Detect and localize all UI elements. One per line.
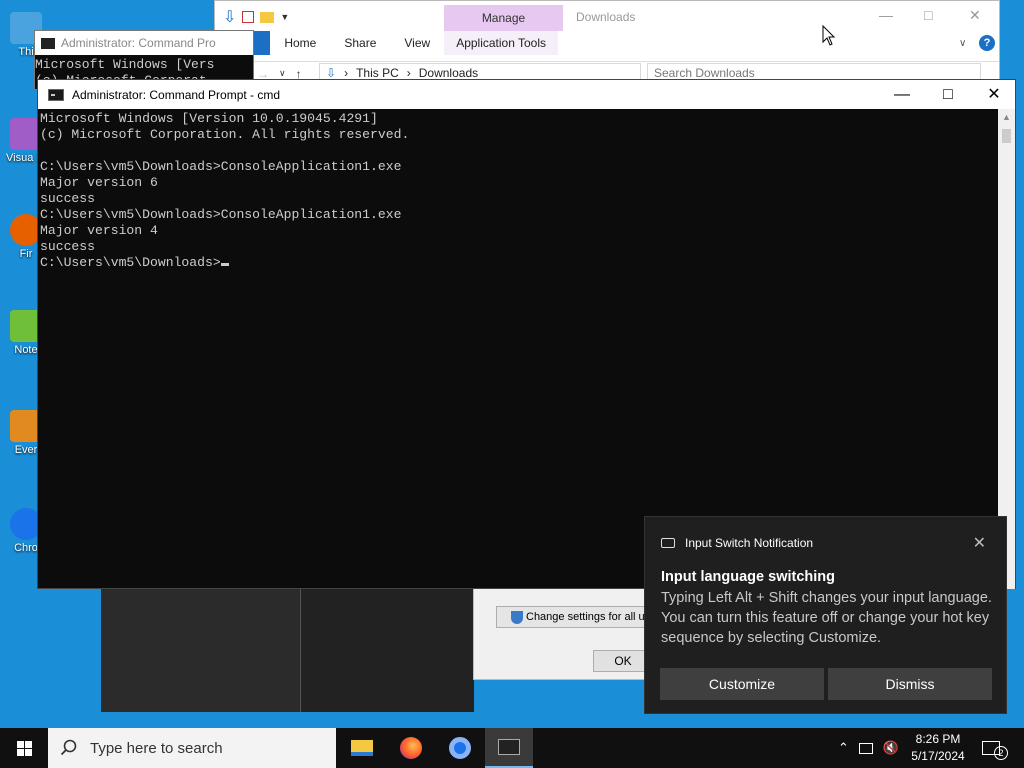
notification-app-name: Input Switch Notification (685, 536, 814, 550)
clock-time: 8:26 PM (915, 732, 961, 746)
text-cursor (220, 263, 229, 266)
scrollbar-thumb[interactable] (1002, 129, 1011, 143)
taskbar-command-prompt[interactable] (485, 728, 533, 768)
uac-shield-icon (511, 610, 523, 624)
file-explorer-icon (351, 740, 373, 756)
console-line: C:\Users\vm5\Downloads>ConsoleApplicatio… (40, 159, 402, 174)
minimize-icon[interactable]: — (879, 7, 893, 23)
title-bar: Administrator: Command Pro (35, 31, 253, 55)
window-title: Administrator: Command Prompt - cmd (72, 87, 281, 102)
ribbon-expand-chevron-icon[interactable]: ∨ (959, 38, 966, 49)
background-window-pane (301, 588, 474, 712)
ribbon-tabs: File Home Share View Application Tools ∨… (215, 31, 999, 55)
chrome-icon (449, 737, 471, 759)
properties-icon[interactable] (242, 11, 255, 23)
notification-title: Input language switching (661, 569, 835, 585)
change-settings-button[interactable]: Change settings for all us (496, 606, 656, 628)
change-settings-label: Change settings for all us (526, 611, 651, 623)
tab-home[interactable]: Home (270, 31, 330, 55)
action-center-button[interactable]: 2 (982, 728, 1008, 768)
window-title: Administrator: Command Pro (61, 36, 216, 50)
clock-date: 5/17/2024 (911, 749, 965, 763)
search-icon (60, 739, 77, 756)
breadcrumb-separator-icon: › (344, 66, 349, 80)
prompt-line[interactable]: C:\Users\vm5\Downloads> (40, 255, 998, 271)
tab-application-tools[interactable]: Application Tools (444, 31, 559, 55)
console-line: success (40, 239, 96, 254)
breadcrumb-this-pc[interactable]: This PC (356, 66, 399, 80)
help-icon[interactable]: ? (979, 35, 995, 51)
taskbar-file-explorer[interactable] (338, 728, 386, 768)
keyboard-icon (661, 538, 675, 548)
cmd-icon (48, 88, 64, 101)
quick-access-toolbar: ⇩ ▼ (215, 1, 445, 33)
mouse-pointer-icon (822, 25, 836, 46)
search-placeholder: Type here to search (90, 739, 223, 757)
notification-body: Typing Left Alt + Shift changes your inp… (661, 590, 992, 646)
customize-button[interactable]: Customize (660, 668, 824, 700)
recent-chevron-icon[interactable]: ∨ (279, 68, 286, 79)
notification-icon (982, 741, 1000, 755)
window-title: Downloads (576, 10, 636, 24)
notification-header: Input Switch Notification (661, 536, 813, 550)
cmd-icon (41, 37, 55, 49)
taskbar: Type here to search ⌃ 🔇 8:26 PM 5/17/202… (0, 728, 1024, 768)
manage-contextual-tab[interactable]: Manage (444, 5, 563, 31)
title-bar: Administrator: Command Prompt - cmd (38, 80, 1015, 109)
console-line: success (40, 191, 96, 206)
chevron-up-icon[interactable]: ⌃ (838, 740, 849, 756)
console-line: (c) Microsoft Corporation. All rights re… (40, 127, 410, 142)
volume-muted-icon[interactable]: 🔇 (883, 740, 899, 756)
breadcrumb-separator-icon: › (406, 66, 411, 80)
windows-logo-icon (16, 740, 32, 756)
tab-share[interactable]: Share (330, 31, 390, 55)
clock[interactable]: 8:26 PM 5/17/2024 (903, 731, 973, 765)
network-icon[interactable] (858, 742, 873, 754)
breadcrumb-downloads[interactable]: Downloads (419, 66, 478, 80)
close-button[interactable]: ✕ (971, 80, 1017, 109)
console-line: C:\Users\vm5\Downloads>ConsoleApplicatio… (40, 207, 402, 222)
file-explorer-window[interactable]: ⇩ ▼ Manage Downloads — □ ✕ File Home Sha… (214, 0, 1000, 85)
command-prompt-icon (498, 739, 520, 755)
taskbar-firefox[interactable] (387, 728, 435, 768)
tab-view[interactable]: View (390, 31, 444, 55)
close-icon[interactable]: ✕ (973, 533, 986, 553)
console-line: Microsoft Windows [Version 10.0.19045.42… (40, 111, 378, 126)
start-button[interactable] (0, 728, 48, 768)
system-tray: ⌃ 🔇 (838, 728, 899, 768)
background-window-pane (101, 588, 301, 712)
maximize-button[interactable]: □ (925, 80, 971, 109)
download-arrow-icon: ⇩ (223, 9, 237, 26)
maximize-icon[interactable]: □ (924, 7, 932, 23)
prompt-text: C:\Users\vm5\Downloads> (40, 255, 221, 270)
downloads-folder-icon: ⇩ (326, 66, 337, 80)
close-icon[interactable]: ✕ (969, 7, 981, 24)
new-folder-icon[interactable] (260, 11, 275, 23)
minimize-button[interactable]: — (879, 80, 925, 109)
dismiss-button[interactable]: Dismiss (828, 668, 992, 700)
chevron-down-icon[interactable]: ▼ (280, 12, 289, 22)
scroll-up-icon[interactable]: ▲ (998, 109, 1015, 126)
background-dialog: Change settings for all us OK (473, 588, 656, 680)
console-line: Major version 4 (40, 223, 158, 238)
input-switch-notification[interactable]: Input Switch Notification ✕ Input langua… (644, 516, 1007, 714)
taskbar-search-box[interactable]: Type here to search (48, 728, 336, 768)
console-line: Major version 6 (40, 175, 158, 190)
taskbar-chrome[interactable] (436, 728, 484, 768)
firefox-icon (400, 737, 422, 759)
command-prompt-window[interactable]: Administrator: Command Prompt - cmd — □ … (37, 79, 1016, 589)
